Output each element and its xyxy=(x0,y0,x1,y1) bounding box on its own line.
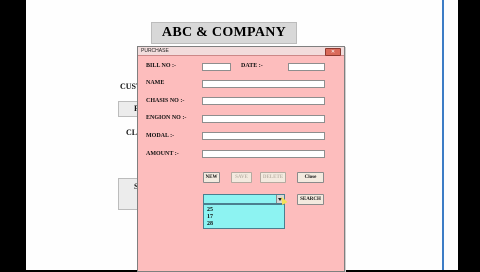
bill-no-label: BILL NO :- xyxy=(146,63,177,69)
name-input[interactable] xyxy=(202,80,325,88)
engion-no-input[interactable] xyxy=(202,115,325,123)
dropdown-option[interactable]: 17 xyxy=(207,214,213,221)
delete-button[interactable]: DELETE xyxy=(260,172,286,183)
new-button[interactable]: NEW xyxy=(203,172,220,183)
modal-label: MODAL :- xyxy=(146,133,175,139)
company-title: ABC & COMPANY xyxy=(151,22,297,44)
amount-label: AMOUNT :- xyxy=(146,151,179,157)
engion-no-label: ENGION NO :- xyxy=(146,115,187,121)
save-button[interactable]: SAVE xyxy=(231,172,252,183)
date-label: DATE :- xyxy=(241,63,263,69)
window-border xyxy=(442,0,444,270)
close-icon[interactable]: ✕ xyxy=(325,48,341,56)
date-input[interactable] xyxy=(288,63,325,71)
close-button[interactable]: Close xyxy=(297,172,324,183)
search-dropdown-list: 25 17 28 xyxy=(203,204,285,229)
chasis-no-label: CHASIS NO :- xyxy=(146,98,185,104)
dropdown-option[interactable]: 28 xyxy=(207,221,213,228)
dialog-title: PURCHASE xyxy=(141,48,169,54)
dropdown-option[interactable]: 25 xyxy=(207,207,213,214)
bill-no-input[interactable] xyxy=(202,63,231,71)
amount-input[interactable] xyxy=(202,150,325,158)
search-button[interactable]: SEARCH xyxy=(297,194,324,205)
chasis-no-input[interactable] xyxy=(202,97,325,105)
modal-input[interactable] xyxy=(202,132,325,140)
dialog-titlebar[interactable]: PURCHASE ✕ xyxy=(138,47,344,56)
search-combo[interactable] xyxy=(203,194,285,204)
name-label: NAME xyxy=(146,80,165,86)
